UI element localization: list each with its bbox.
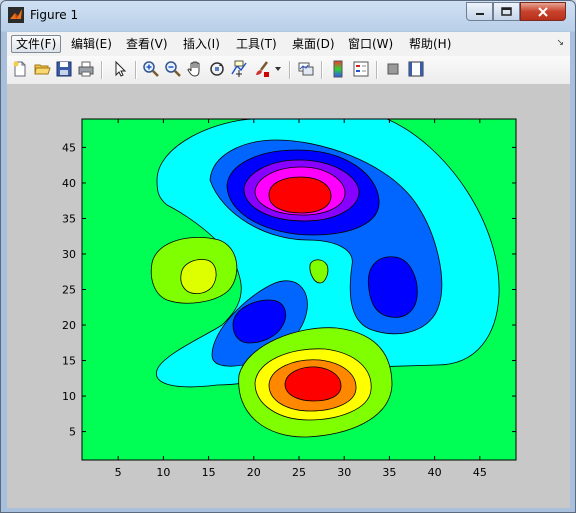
toolbar-separator xyxy=(135,61,137,79)
pan-hand-icon[interactable] xyxy=(186,60,204,78)
y-tick-label: 15 xyxy=(62,355,76,368)
contour-left-peak-inner xyxy=(180,259,217,295)
minimize-icon xyxy=(475,12,484,15)
brush-icon[interactable] xyxy=(253,60,271,78)
x-tick-label: 35 xyxy=(382,466,396,479)
open-file-icon[interactable] xyxy=(33,60,51,78)
menu-edit[interactable]: 编辑(E) xyxy=(67,35,116,53)
colorbar-icon[interactable] xyxy=(329,60,347,78)
window-title: Figure 1 xyxy=(30,8,79,22)
y-tick-label: 45 xyxy=(62,141,76,154)
menu-desktop[interactable]: 桌面(D) xyxy=(288,35,339,53)
contour-fill-area xyxy=(82,119,516,460)
toolbar-separator xyxy=(101,61,103,79)
x-tick-label: 5 xyxy=(115,466,122,479)
maximize-icon xyxy=(501,7,512,16)
figure-canvas[interactable]: 5 10 15 20 25 30 35 40 45 5 10 15 20 25 30 35 40 45 xyxy=(7,85,570,508)
zoom-in-icon[interactable] xyxy=(142,60,160,78)
y-tick-label: 30 xyxy=(62,248,76,261)
minimize-button[interactable] xyxy=(466,2,493,21)
x-tick-label: 45 xyxy=(473,466,487,479)
x-tick-label: 30 xyxy=(337,466,351,479)
menu-view[interactable]: 查看(V) xyxy=(122,35,172,53)
select-arrow-icon[interactable] xyxy=(111,60,129,78)
link-plot-icon[interactable] xyxy=(297,60,315,78)
menu-insert[interactable]: 插入(I) xyxy=(179,35,224,53)
menu-bar: 文件(F) 编辑(E) 查看(V) 插入(I) 工具(T) 桌面(D) 窗口(W… xyxy=(7,32,570,57)
x-tick-label: 40 xyxy=(428,466,442,479)
menu-help[interactable]: 帮助(H) xyxy=(405,35,455,53)
contour-level-red-core xyxy=(268,176,332,214)
x-tick-label: 10 xyxy=(156,466,170,479)
rotate-3d-icon[interactable] xyxy=(208,60,226,78)
print-icon[interactable] xyxy=(77,60,95,78)
title-bar[interactable]: Figure 1 xyxy=(1,1,575,31)
menu-tools[interactable]: 工具(T) xyxy=(232,35,281,53)
zoom-out-icon[interactable] xyxy=(164,60,182,78)
y-tick-label: 35 xyxy=(62,212,76,225)
save-icon[interactable] xyxy=(55,60,73,78)
show-plot-tools-icon[interactable] xyxy=(407,60,425,78)
brush-dropdown-icon[interactable] xyxy=(275,67,281,72)
contour-plot[interactable]: 5 10 15 20 25 30 35 40 45 5 10 15 20 25 30 35 40 45 xyxy=(7,85,570,508)
menu-file[interactable]: 文件(F) xyxy=(11,35,62,53)
y-tick-label: 40 xyxy=(62,177,76,190)
toolbar-separator xyxy=(289,61,291,79)
data-cursor-icon[interactable] xyxy=(230,60,248,78)
x-tick-label: 20 xyxy=(247,466,261,479)
y-tick-label: 20 xyxy=(62,319,76,332)
y-tick-label: 25 xyxy=(62,284,76,297)
toolbar-separator xyxy=(321,61,323,79)
x-tick-label: 25 xyxy=(292,466,306,479)
x-tick-label: 15 xyxy=(202,466,216,479)
y-tick-label: 5 xyxy=(69,426,76,439)
close-button[interactable] xyxy=(520,2,566,21)
matlab-logo-icon xyxy=(8,7,24,23)
menu-window[interactable]: 窗口(W) xyxy=(344,35,397,53)
figure-window: Figure 1 文件(F) 编辑(E) 查看(V) 插入(I) 工具(T) 桌… xyxy=(0,0,576,513)
close-icon xyxy=(538,6,548,17)
contour-bottom-peak-red xyxy=(284,366,342,402)
figure-toolbar xyxy=(7,56,570,85)
y-tick-label: 10 xyxy=(62,390,76,403)
toolbar-separator xyxy=(376,61,378,79)
maximize-button[interactable] xyxy=(493,2,520,21)
hide-plot-tools-icon[interactable] xyxy=(384,60,402,78)
new-figure-icon[interactable] xyxy=(11,60,29,78)
menu-overflow-icon[interactable]: ↘ xyxy=(556,38,564,48)
legend-icon[interactable] xyxy=(352,60,370,78)
